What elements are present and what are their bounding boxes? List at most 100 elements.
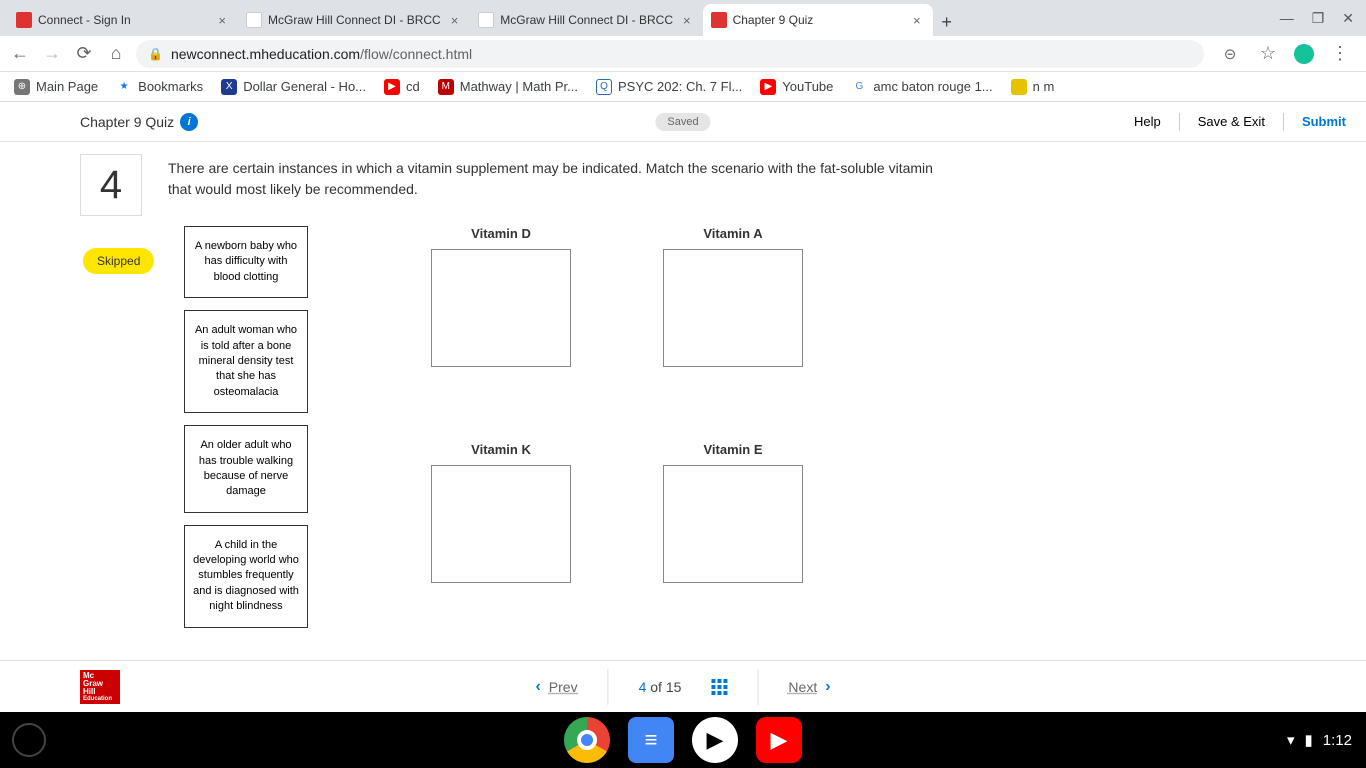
submit-button[interactable]: Submit xyxy=(1302,114,1346,129)
reload-icon[interactable]: ⟳ xyxy=(72,42,96,66)
drop-target[interactable] xyxy=(431,465,571,583)
scenario-card[interactable]: An older adult who has trouble walking b… xyxy=(184,425,308,513)
target-group: Vitamin D xyxy=(408,226,594,412)
target-group: Vitamin E xyxy=(640,442,826,628)
wifi-icon[interactable]: ▾ xyxy=(1287,731,1295,749)
favicon xyxy=(711,12,727,28)
clock[interactable]: 1:12 xyxy=(1323,732,1352,749)
browser-tab[interactable]: McGraw Hill Connect DI - BRCC × xyxy=(470,4,702,36)
grammarly-icon[interactable] xyxy=(1294,44,1314,64)
page-title-text: Chapter 9 Quiz xyxy=(80,114,174,130)
address-bar-row: ← → ⟳ ⌂ 🔒 newconnect.mheducation.com/flo… xyxy=(0,36,1366,72)
minimize-icon[interactable]: — xyxy=(1280,10,1294,27)
scenario-card[interactable]: A newborn baby who has difficulty with b… xyxy=(184,226,308,298)
bookmark-icon: G xyxy=(851,79,867,95)
browser-tab-active[interactable]: Chapter 9 Quiz × xyxy=(703,4,933,36)
app-header: Chapter 9 Quiz i Saved Help Save & Exit … xyxy=(0,102,1366,142)
bookmark-label: cd xyxy=(406,79,420,94)
bookmark-label: n m xyxy=(1033,79,1055,94)
chrome-icon[interactable] xyxy=(564,717,610,763)
bookmarks-bar: ⊕Main Page ★ Bookmarks X Dollar General - … xyxy=(0,72,1366,102)
close-icon[interactable]: × xyxy=(214,13,230,28)
question-grid-icon[interactable] xyxy=(711,679,727,695)
tab-title: Connect - Sign In xyxy=(38,13,208,27)
bookmark-icon: ▶ xyxy=(384,79,400,95)
maximize-icon[interactable]: ❐ xyxy=(1312,10,1325,27)
back-icon[interactable]: ← xyxy=(8,42,32,66)
bookmark-label: Dollar General - Ho... xyxy=(243,79,366,94)
zoom-icon[interactable]: ⊝ xyxy=(1218,42,1242,66)
bookmark-icon: M xyxy=(438,79,454,95)
play-store-icon[interactable]: ▶ xyxy=(692,717,738,763)
close-icon[interactable]: × xyxy=(447,13,463,28)
favicon xyxy=(478,12,494,28)
star-icon[interactable]: ☆ xyxy=(1256,42,1280,66)
tab-title: McGraw Hill Connect DI - BRCC xyxy=(500,13,673,27)
url-path: /flow/connect.html xyxy=(360,46,472,62)
bookmark-item[interactable]: ▶ YouTube xyxy=(760,79,833,95)
bookmark-label: Bookmarks xyxy=(138,79,203,94)
menu-icon[interactable]: ⋮ xyxy=(1328,42,1352,66)
bookmark-label: YouTube xyxy=(782,79,833,94)
scenario-card[interactable]: A child in the developing world who stum… xyxy=(184,525,308,628)
close-window-icon[interactable]: ✕ xyxy=(1342,10,1354,27)
bookmark-item[interactable]: ⊕Main Page xyxy=(14,79,98,95)
battery-icon[interactable]: ▮ xyxy=(1305,731,1313,749)
question-text: There are certain instances in which a v… xyxy=(168,154,948,200)
target-label: Vitamin E xyxy=(703,442,762,457)
drop-target[interactable] xyxy=(663,249,803,367)
divider xyxy=(757,669,758,705)
favicon xyxy=(16,12,32,28)
quiz-footer: Mc Graw Hill Education ‹ Prev 4 of 15 Ne… xyxy=(0,660,1366,712)
matching-area: A newborn baby who has difficulty with b… xyxy=(184,226,826,628)
info-icon[interactable]: i xyxy=(180,113,198,131)
bookmark-label: PSYC 202: Ch. 7 Fl... xyxy=(618,79,742,94)
next-button[interactable]: Next › xyxy=(788,678,830,696)
bookmark-item[interactable]: Gamc baton rouge 1... xyxy=(851,79,992,95)
forward-icon[interactable]: → xyxy=(40,42,64,66)
chevron-left-icon: ‹ xyxy=(535,678,540,696)
window-controls: — ❐ ✕ xyxy=(1280,10,1366,27)
divider xyxy=(608,669,609,705)
bookmark-item[interactable]: X Dollar General - Ho... xyxy=(221,79,366,95)
bookmark-icon: ▶ xyxy=(760,79,776,95)
bookmark-item[interactable]: n m xyxy=(1011,79,1055,95)
bookmark-item[interactable]: ★ Bookmarks xyxy=(116,79,203,95)
save-exit-link[interactable]: Save & Exit xyxy=(1198,114,1265,129)
help-link[interactable]: Help xyxy=(1134,114,1161,129)
close-icon[interactable]: × xyxy=(679,13,695,28)
scenario-card[interactable]: An adult woman who is told after a bone … xyxy=(184,310,308,413)
drop-target[interactable] xyxy=(431,249,571,367)
close-icon[interactable]: × xyxy=(909,13,925,28)
bookmark-item[interactable]: MMathway | Math Pr... xyxy=(438,79,578,95)
bookmark-item[interactable]: ▶ cd xyxy=(384,79,420,95)
target-group: Vitamin K xyxy=(408,442,594,628)
bookmark-icon: ⊕ xyxy=(14,79,30,95)
drop-target[interactable] xyxy=(663,465,803,583)
bookmark-icon: ★ xyxy=(116,79,132,95)
home-icon[interactable]: ⌂ xyxy=(104,42,128,66)
tab-title: McGraw Hill Connect DI - BRCC xyxy=(268,13,441,27)
prev-button[interactable]: ‹ Prev xyxy=(535,678,577,696)
docs-icon[interactable]: ≡ xyxy=(628,717,674,763)
new-tab-button[interactable]: + xyxy=(933,8,961,36)
target-grid: Vitamin D Vitamin A Vitamin K Vitamin E xyxy=(408,226,826,628)
url-host: newconnect.mheducation.com xyxy=(171,46,360,62)
scenario-column: A newborn baby who has difficulty with b… xyxy=(184,226,308,628)
chevron-right-icon: › xyxy=(825,678,830,696)
launcher-icon[interactable] xyxy=(12,723,46,757)
url-bar[interactable]: 🔒 newconnect.mheducation.com/flow/connec… xyxy=(136,40,1204,68)
target-group: Vitamin A xyxy=(640,226,826,412)
tab-title: Chapter 9 Quiz xyxy=(733,13,903,27)
next-label: Next xyxy=(788,679,817,695)
browser-tab[interactable]: McGraw Hill Connect DI - BRCC × xyxy=(238,4,470,36)
browser-tab[interactable]: Connect - Sign In × xyxy=(8,4,238,36)
youtube-icon[interactable]: ▶ xyxy=(756,717,802,763)
bookmark-icon: X xyxy=(221,79,237,95)
saved-indicator: Saved xyxy=(655,113,710,131)
os-taskbar: ≡ ▶ ▶ ▾ ▮ 1:12 xyxy=(0,712,1366,768)
favicon xyxy=(246,12,262,28)
divider xyxy=(1179,113,1180,131)
question-content: 4 There are certain instances in which a… xyxy=(0,142,1366,660)
bookmark-item[interactable]: QPSYC 202: Ch. 7 Fl... xyxy=(596,79,742,95)
